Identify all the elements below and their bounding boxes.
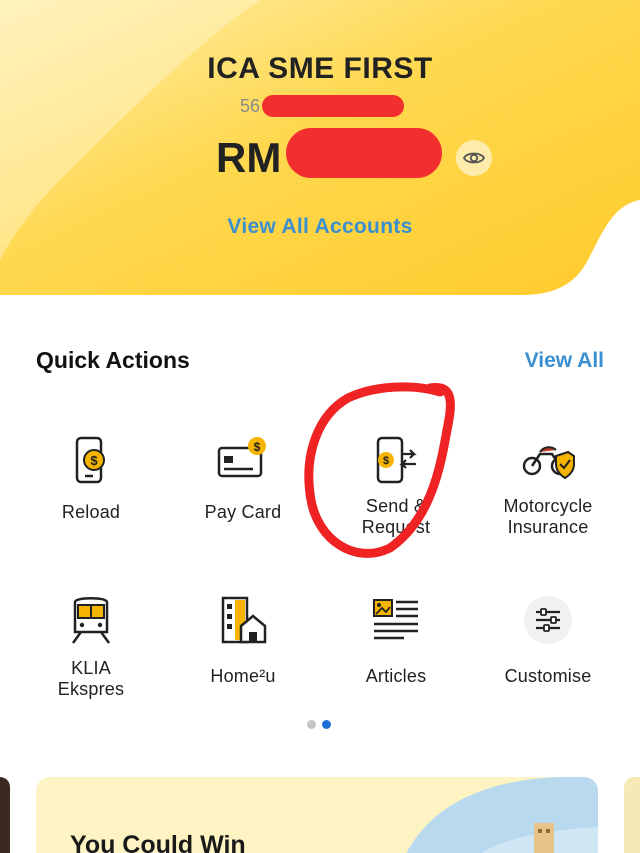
- balance-currency: RM: [216, 134, 282, 181]
- action-label: Pay Card: [204, 502, 282, 522]
- action-pay-card[interactable]: $ Pay Card: [167, 428, 319, 523]
- carousel-prev-card-edge[interactable]: [0, 777, 10, 853]
- action-articles[interactable]: Articles: [320, 588, 472, 687]
- action-label: Home²u: [210, 666, 276, 686]
- action-send-request[interactable]: $ Send & Request: [320, 428, 472, 538]
- action-label: Articles: [365, 666, 427, 686]
- action-label: Customise: [504, 666, 592, 686]
- page-dot-1[interactable]: [307, 720, 316, 729]
- motorcycle-shield-icon: [522, 446, 575, 480]
- articles-icon: [373, 599, 418, 640]
- home-building-icon: [221, 596, 267, 644]
- action-motorcycle-insurance[interactable]: Motorcycle Insurance: [472, 428, 624, 538]
- view-all-accounts-link[interactable]: View All Accounts: [0, 215, 640, 239]
- view-all-link[interactable]: View All: [525, 349, 604, 373]
- account-number: 56: [240, 96, 261, 116]
- send-request-icon: $: [376, 436, 417, 484]
- action-klia-ekspres[interactable]: KLIA Ekspres: [15, 588, 167, 700]
- action-reload[interactable]: $ Reload: [15, 428, 167, 523]
- eye-icon: [462, 152, 486, 164]
- quick-actions-title: Quick Actions: [36, 347, 190, 373]
- toggle-balance-button[interactable]: [456, 140, 492, 176]
- action-label: Reload: [61, 502, 121, 522]
- page-indicator: [307, 720, 331, 729]
- carousel-next-card-edge[interactable]: [624, 777, 640, 853]
- action-label: KLIA Ekspres: [57, 658, 125, 699]
- svg-text:$: $: [383, 455, 389, 467]
- train-icon: [71, 597, 111, 644]
- promo-title: You Could Win: [70, 831, 246, 853]
- phone-dollar-icon: $: [75, 436, 105, 484]
- sliders-icon: [524, 596, 572, 644]
- promo-card[interactable]: You Could Win: [36, 777, 598, 853]
- action-customise[interactable]: Customise: [472, 588, 624, 687]
- account-name: ICA SME FIRST: [207, 52, 433, 85]
- svg-text:$: $: [254, 440, 261, 454]
- action-home2u[interactable]: Home²u: [167, 588, 319, 687]
- account-number-redaction: [262, 95, 404, 117]
- action-label: Send & Request: [361, 496, 431, 537]
- page-dot-2-active[interactable]: [322, 720, 331, 729]
- credit-card-icon: $: [217, 437, 266, 478]
- balance-redaction: [286, 128, 442, 178]
- action-label: Motorcycle Insurance: [503, 496, 593, 537]
- svg-text:$: $: [90, 453, 98, 468]
